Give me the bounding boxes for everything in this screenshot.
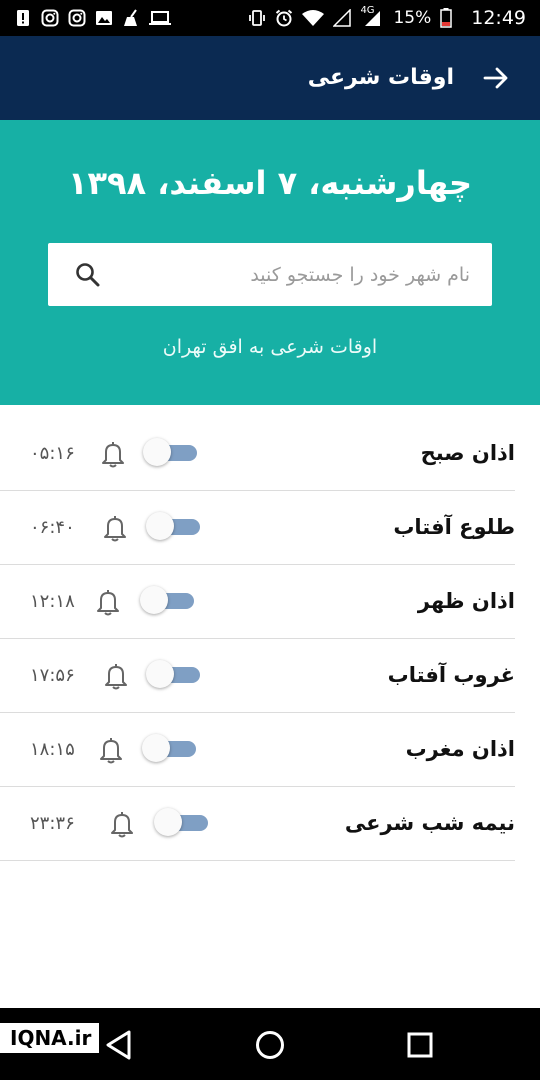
horizon-city-label: اوقات شرعی به افق تهران — [162, 336, 378, 358]
alert-icon — [14, 9, 32, 27]
page-title: اوقات شرعی — [307, 65, 454, 90]
home-circle-icon[interactable] — [253, 1028, 287, 1062]
laptop-icon — [149, 9, 171, 27]
prayer-row-sunrise: طلوع آفتاب ۰۶:۴۰ — [0, 491, 515, 565]
prayer-row-fajr: اذان صبح ۰۵:۱۶ — [0, 417, 515, 491]
prayer-name: اذان صبح — [420, 441, 515, 465]
signal-4g-icon: 4G — [360, 5, 384, 27]
prayer-time: ۱۲:۱۸ — [30, 591, 75, 612]
status-bar-system: 4G 15% 12:49 — [248, 0, 526, 36]
bell-icon[interactable] — [100, 513, 130, 543]
recents-square-icon[interactable] — [403, 1028, 437, 1062]
prayer-row-sunset: غروب آفتاب ۱۷:۵۶ — [0, 639, 515, 713]
prayer-row-midnight: نیمه شب شرعی ۲۳:۳۶ — [0, 787, 515, 861]
prayer-times-list: اذان صبح ۰۵:۱۶ طلوع آفتاب ۰۶:۴۰ اذان ظهر… — [0, 417, 540, 861]
current-date: چهارشنبه، ۷ اسفند، ۱۳۹۸ — [67, 164, 473, 202]
prayer-time: ۲۳:۳۶ — [30, 813, 75, 834]
battery-low-icon — [440, 8, 452, 28]
prayer-row-dhuhr: اذان ظهر ۱۲:۱۸ — [0, 565, 515, 639]
status-bar: 4G 15% 12:49 — [0, 0, 540, 36]
date-header-panel: چهارشنبه، ۷ اسفند، ۱۳۹۸ اوقات شرعی به اف… — [0, 120, 540, 405]
bell-icon[interactable] — [107, 809, 137, 839]
alarm-icon — [275, 9, 293, 27]
prayer-time: ۰۵:۱۶ — [30, 443, 75, 464]
broom-icon — [122, 9, 140, 27]
network-type-label: 4G — [360, 5, 375, 16]
bell-icon[interactable] — [98, 439, 128, 469]
status-bar-notifications — [14, 0, 171, 36]
signal-icon — [333, 9, 352, 27]
instagram-icon — [41, 9, 59, 27]
city-search-input[interactable] — [110, 243, 470, 306]
status-time: 12:49 — [471, 7, 526, 29]
prayer-time: ۰۶:۴۰ — [30, 517, 75, 538]
alarm-toggle[interactable] — [146, 512, 200, 540]
battery-percent: 15% — [393, 8, 432, 28]
prayer-time: ۱۸:۱۵ — [30, 739, 75, 760]
bell-icon[interactable] — [101, 661, 131, 691]
back-triangle-icon[interactable] — [102, 1028, 136, 1062]
alarm-toggle[interactable] — [142, 734, 196, 762]
watermark-logo: IQNA.ir — [0, 1023, 100, 1053]
instagram-icon — [68, 9, 86, 27]
back-button[interactable] — [476, 58, 516, 98]
vibrate-icon — [248, 9, 266, 27]
image-icon — [95, 9, 113, 27]
prayer-row-maghrib: اذان مغرب ۱۸:۱۵ — [0, 713, 515, 787]
alarm-toggle[interactable] — [140, 586, 194, 614]
alarm-toggle[interactable] — [154, 808, 208, 836]
prayer-name: اذان ظهر — [417, 589, 515, 613]
app-bar: اوقات شرعی — [0, 36, 540, 120]
wifi-icon — [302, 9, 325, 27]
bell-icon[interactable] — [96, 735, 126, 765]
prayer-name: غروب آفتاب — [387, 663, 515, 687]
city-search-box[interactable] — [48, 243, 492, 306]
prayer-name: اذان مغرب — [405, 737, 515, 761]
alarm-toggle[interactable] — [143, 438, 197, 466]
prayer-time: ۱۷:۵۶ — [30, 665, 75, 686]
arrow-right-icon — [483, 67, 508, 89]
prayer-name: نیمه شب شرعی — [344, 811, 515, 835]
prayer-name: طلوع آفتاب — [393, 515, 515, 539]
search-icon[interactable] — [74, 261, 102, 289]
alarm-toggle[interactable] — [146, 660, 200, 688]
